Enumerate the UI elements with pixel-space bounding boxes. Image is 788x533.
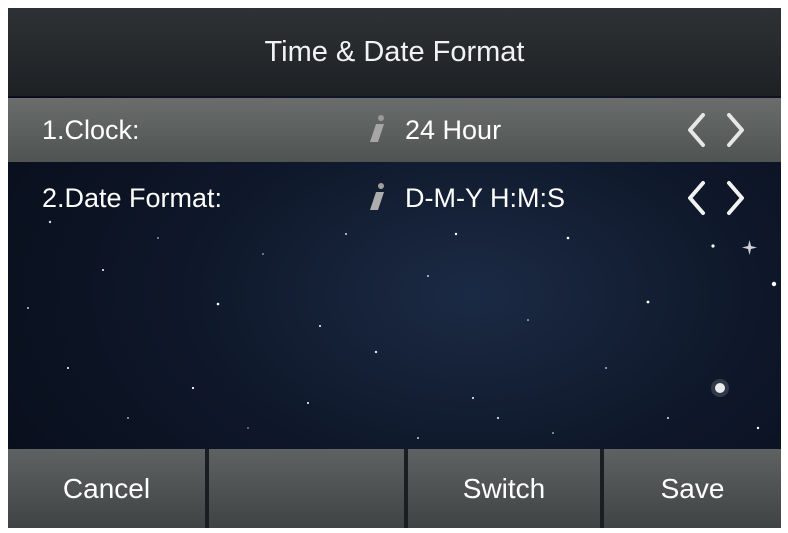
cancel-button-label: Cancel [62, 472, 151, 504]
empty-softkey-button[interactable] [207, 449, 406, 528]
info-icon[interactable] [368, 182, 386, 212]
setting-row-date-format[interactable]: 2.Date Format: D-M-Y H:M:S [8, 166, 781, 230]
save-button-label: Save [660, 472, 725, 504]
phone-screen: Time & Date Format 1.Clock: 24 Hour 2.Da… [8, 8, 781, 528]
page-title-bar: Time & Date Format [8, 8, 781, 96]
chevron-left-icon[interactable] [685, 180, 707, 216]
chevron-left-icon[interactable] [685, 112, 707, 148]
page-title: Time & Date Format [264, 35, 525, 68]
setting-label-date-format: 2.Date Format: [42, 182, 223, 213]
chevron-right-icon[interactable] [725, 112, 747, 148]
info-icon[interactable] [368, 114, 386, 144]
save-button[interactable]: Save [602, 449, 781, 528]
setting-value-clock: 24 Hour [405, 114, 502, 145]
chevron-right-icon[interactable] [725, 180, 747, 216]
switch-button[interactable]: Switch [406, 449, 602, 528]
cancel-button[interactable]: Cancel [8, 449, 207, 528]
switch-button-label: Switch [462, 472, 546, 504]
setting-value-date-format: D-M-Y H:M:S [405, 182, 565, 213]
setting-row-clock[interactable]: 1.Clock: 24 Hour [8, 98, 781, 162]
softkey-bar: Cancel Switch Save [8, 449, 781, 528]
setting-label-clock: 1.Clock: [42, 114, 140, 145]
